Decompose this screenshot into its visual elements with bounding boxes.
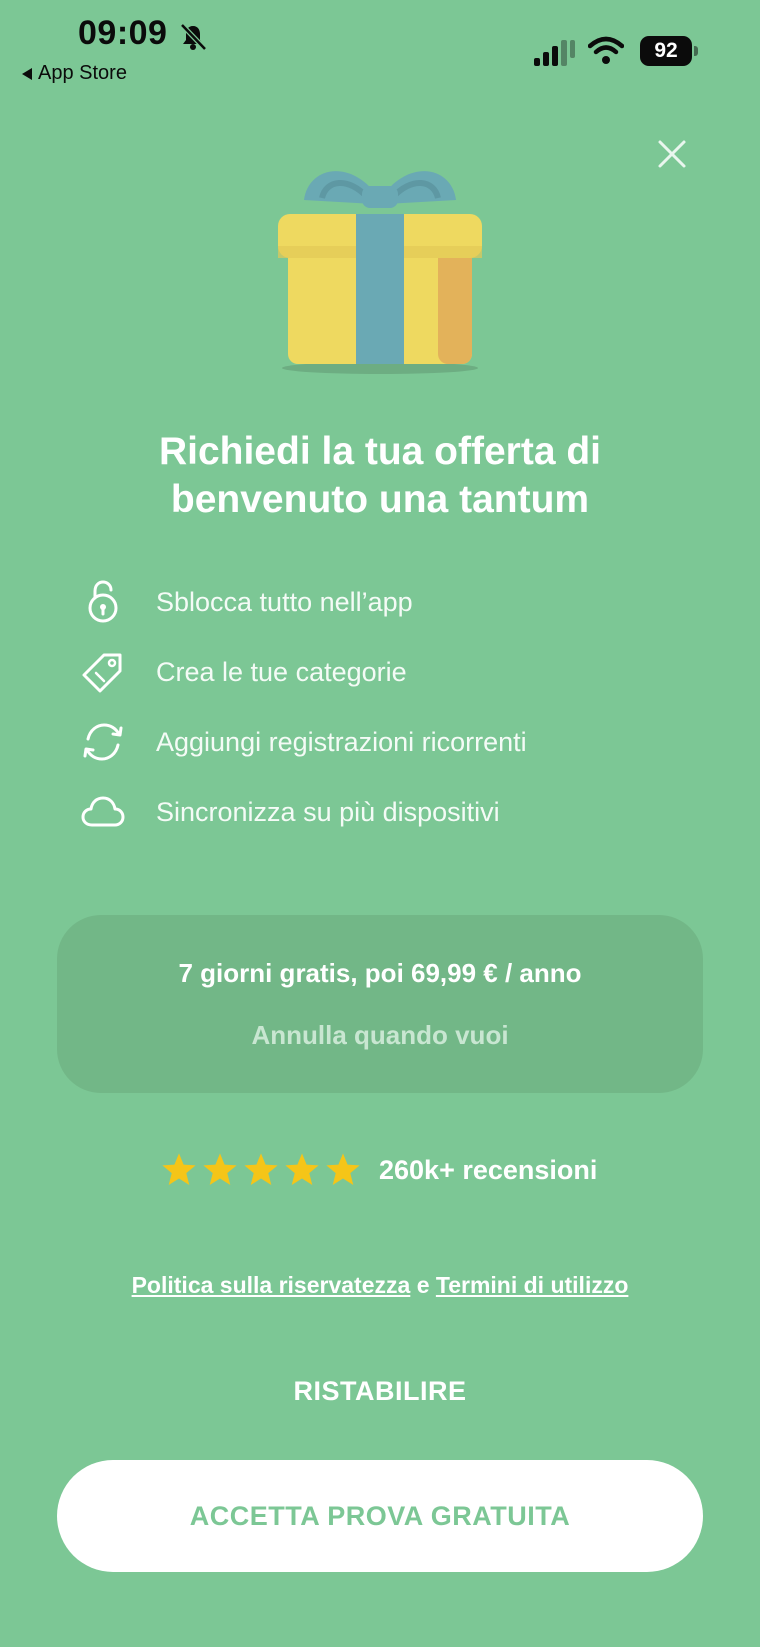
offer-cancel-text: Annulla quando vuoi: [251, 1020, 509, 1050]
restore-button[interactable]: RISTABILIRE: [60, 1376, 700, 1407]
unlock-icon: [88, 580, 118, 623]
bell-muted-icon: [180, 23, 207, 51]
back-arrow-icon: [22, 67, 32, 80]
back-label: App Store: [38, 62, 127, 84]
privacy-policy-link[interactable]: Politica sulla riservatezza: [132, 1272, 411, 1298]
feature-item: Aggiungi registrazioni ricorrenti: [80, 720, 527, 764]
star-icon: [203, 1153, 237, 1186]
cta-label: ACCETTA PROVA GRATUITA: [189, 1500, 571, 1531]
battery-indicator: 92: [640, 36, 698, 66]
star-icon: [285, 1153, 319, 1186]
battery-level: 92: [640, 36, 692, 66]
review-count: 260k+ recensioni: [379, 1154, 598, 1185]
terms-of-use-link[interactable]: Termini di utilizzo: [436, 1272, 629, 1298]
star-icon: [162, 1153, 196, 1186]
offer-box: [57, 915, 703, 1093]
feature-item: Sblocca tutto nell’app: [80, 580, 413, 624]
accept-free-trial-button[interactable]: ACCETTA PROVA GRATUITA: [57, 1460, 703, 1572]
feature-label: Sincronizza su più dispositivi: [156, 796, 500, 827]
offer-title: Richiedi la tua offerta di benvenuto una…: [158, 430, 602, 521]
feature-label: Aggiungi registrazioni ricorrenti: [156, 726, 527, 757]
feature-label: Crea le tue categorie: [156, 656, 407, 687]
status-time: 09:09: [78, 14, 168, 52]
feature-item: Sincronizza su più dispositivi: [80, 790, 500, 834]
star-icon: [244, 1153, 278, 1186]
tag-icon: [82, 653, 122, 693]
offer-price-text: 7 giorni gratis, poi 69,99 € / anno: [178, 958, 582, 988]
feature-item: Crea le tue categorie: [80, 650, 407, 694]
close-icon[interactable]: [652, 134, 692, 174]
feature-label: Sblocca tutto nell’app: [156, 586, 413, 617]
star-icon: [326, 1153, 360, 1186]
back-to-app-store[interactable]: App Store: [22, 62, 127, 85]
cellular-signal-icon: [534, 40, 575, 66]
legal-links: Politica sulla riservatezza e Termini di…: [60, 1272, 700, 1299]
gift-box-icon: [278, 171, 482, 374]
legal-joiner: e: [416, 1272, 430, 1298]
wifi-icon: [588, 36, 624, 64]
refresh-icon: [83, 723, 123, 761]
battery-tip: [694, 46, 698, 56]
rating-row: 260k+ recensioni: [160, 1148, 597, 1192]
cloud-icon: [81, 796, 125, 827]
